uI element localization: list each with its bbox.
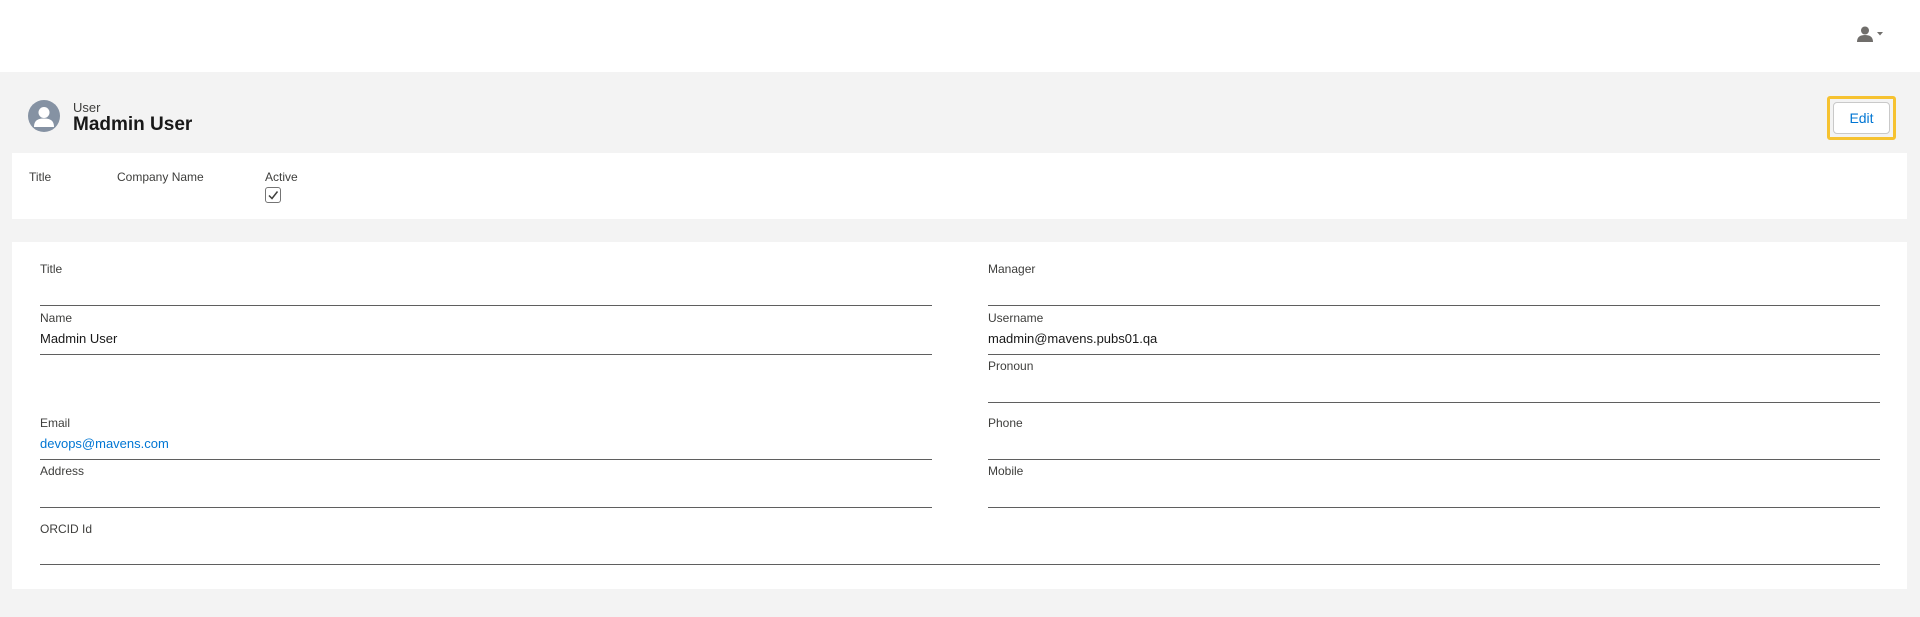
record-header: User Madmin User: [0, 72, 1920, 152]
edit-button[interactable]: Edit: [1833, 102, 1890, 134]
field-label: Pronoun: [988, 359, 1034, 373]
page-title: Madmin User: [73, 114, 193, 135]
highlight-company-label: Company Name: [117, 170, 204, 184]
field-label: Address: [40, 464, 85, 478]
highlights-panel: Title Company Name Active: [12, 153, 1907, 219]
field-value: madmin@mavens.pubs01.qa: [988, 331, 1158, 346]
user-menu-button[interactable]: [1856, 24, 1886, 44]
highlight-active-label: Active: [265, 170, 298, 184]
field-label: Phone: [988, 416, 1023, 430]
user-avatar-icon: [28, 100, 60, 132]
field-name: Name Madmin User: [40, 311, 932, 355]
field-label: Mobile: [988, 464, 1024, 478]
field-label: Username: [988, 311, 1044, 325]
field-label: ORCID Id: [40, 522, 93, 536]
field-title: Title: [40, 262, 932, 306]
field-orcid: ORCID Id: [40, 522, 1880, 565]
highlight-title-label: Title: [29, 170, 52, 184]
field-label: Manager: [988, 262, 1036, 276]
active-checkbox: [265, 187, 281, 203]
field-pronoun: Pronoun: [988, 359, 1880, 403]
field-address: Address: [40, 464, 932, 508]
entity-type-label: User: [73, 100, 101, 115]
field-value: Madmin User: [40, 331, 118, 346]
top-bar: [0, 0, 1920, 72]
checkmark-icon: [268, 191, 279, 200]
email-link[interactable]: devops@mavens.com: [40, 436, 169, 451]
user-icon: [1857, 26, 1873, 42]
field-mobile: Mobile: [988, 464, 1880, 508]
field-label: Name: [40, 311, 73, 325]
field-email: Email devops@mavens.com: [40, 416, 932, 460]
field-phone: Phone: [988, 416, 1880, 460]
field-label: Title: [40, 262, 63, 276]
details-panel: Title Manager Name Madmin User Username …: [12, 242, 1907, 589]
field-manager: Manager: [988, 262, 1880, 306]
field-label: Email: [40, 416, 71, 430]
chevron-down-icon: [1877, 32, 1883, 36]
field-username: Username madmin@mavens.pubs01.qa: [988, 311, 1880, 355]
